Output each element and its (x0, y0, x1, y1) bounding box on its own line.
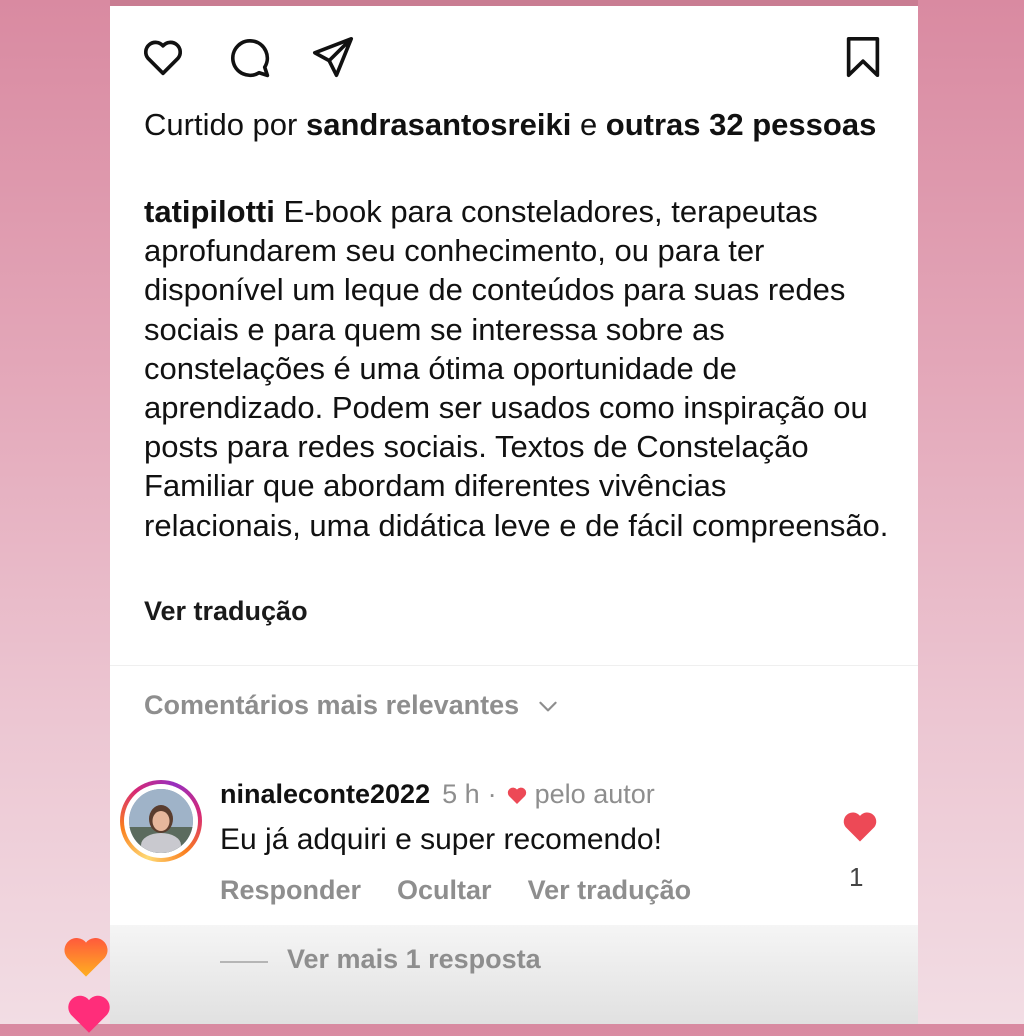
caption-username[interactable]: tatipilotti (144, 194, 275, 229)
post-action-bar (140, 34, 890, 80)
share-icon[interactable] (310, 34, 356, 80)
likes-prefix: Curtido por (144, 107, 306, 142)
liker-username[interactable]: sandrasantosreiki (306, 107, 571, 142)
comments-sort-label: Comentários mais relevantes (144, 690, 520, 720)
likes-others[interactable]: outras 32 pessoas (606, 107, 877, 142)
post-card: Curtido por sandrasantosreiki e outras 3… (110, 0, 918, 1024)
comments-sort-dropdown[interactable]: Comentários mais relevantes (144, 690, 561, 721)
comment-like-count[interactable]: 1 (849, 862, 863, 893)
comment-meta: ninaleconte2022 5 h · pelo autor (220, 779, 655, 810)
comment-icon[interactable] (226, 34, 272, 80)
avatar-image (129, 789, 193, 853)
comment-username[interactable]: ninaleconte2022 (220, 779, 430, 810)
floating-heart-icon (60, 932, 112, 980)
comment-actions: Responder Ocultar Ver tradução (220, 875, 691, 906)
likes-summary[interactable]: Curtido por sandrasantosreiki e outras 3… (144, 105, 884, 144)
hide-button[interactable]: Ocultar (397, 875, 492, 906)
post-image-edge (110, 0, 918, 6)
bookmark-icon[interactable] (840, 34, 886, 80)
replies-line (220, 961, 268, 963)
view-more-replies-button[interactable]: Ver mais 1 resposta (287, 944, 541, 975)
author-liked-heart-icon (505, 783, 535, 807)
heart-icon[interactable] (140, 34, 186, 80)
divider (110, 665, 918, 666)
comment-time: 5 h (442, 779, 480, 809)
floating-heart-icon (64, 990, 114, 1036)
meta-separator: · (487, 779, 497, 809)
comment-translate-button[interactable]: Ver tradução (528, 875, 692, 906)
comment-text: Eu já adquiri e super recomendo! (220, 823, 662, 856)
reply-button[interactable]: Responder (220, 875, 361, 906)
avatar[interactable] (120, 780, 202, 862)
see-translation-link[interactable]: Ver tradução (144, 596, 308, 627)
post-caption: tatipilotti E-book para consteladores, t… (144, 192, 889, 545)
chevron-down-icon (535, 693, 561, 719)
liked-by-author-label: pelo autor (534, 779, 655, 809)
likes-connector: e (571, 107, 606, 142)
comment-like-heart-icon[interactable] (840, 808, 880, 848)
caption-text: E-book para consteladores, terapeutas ap… (144, 194, 889, 543)
